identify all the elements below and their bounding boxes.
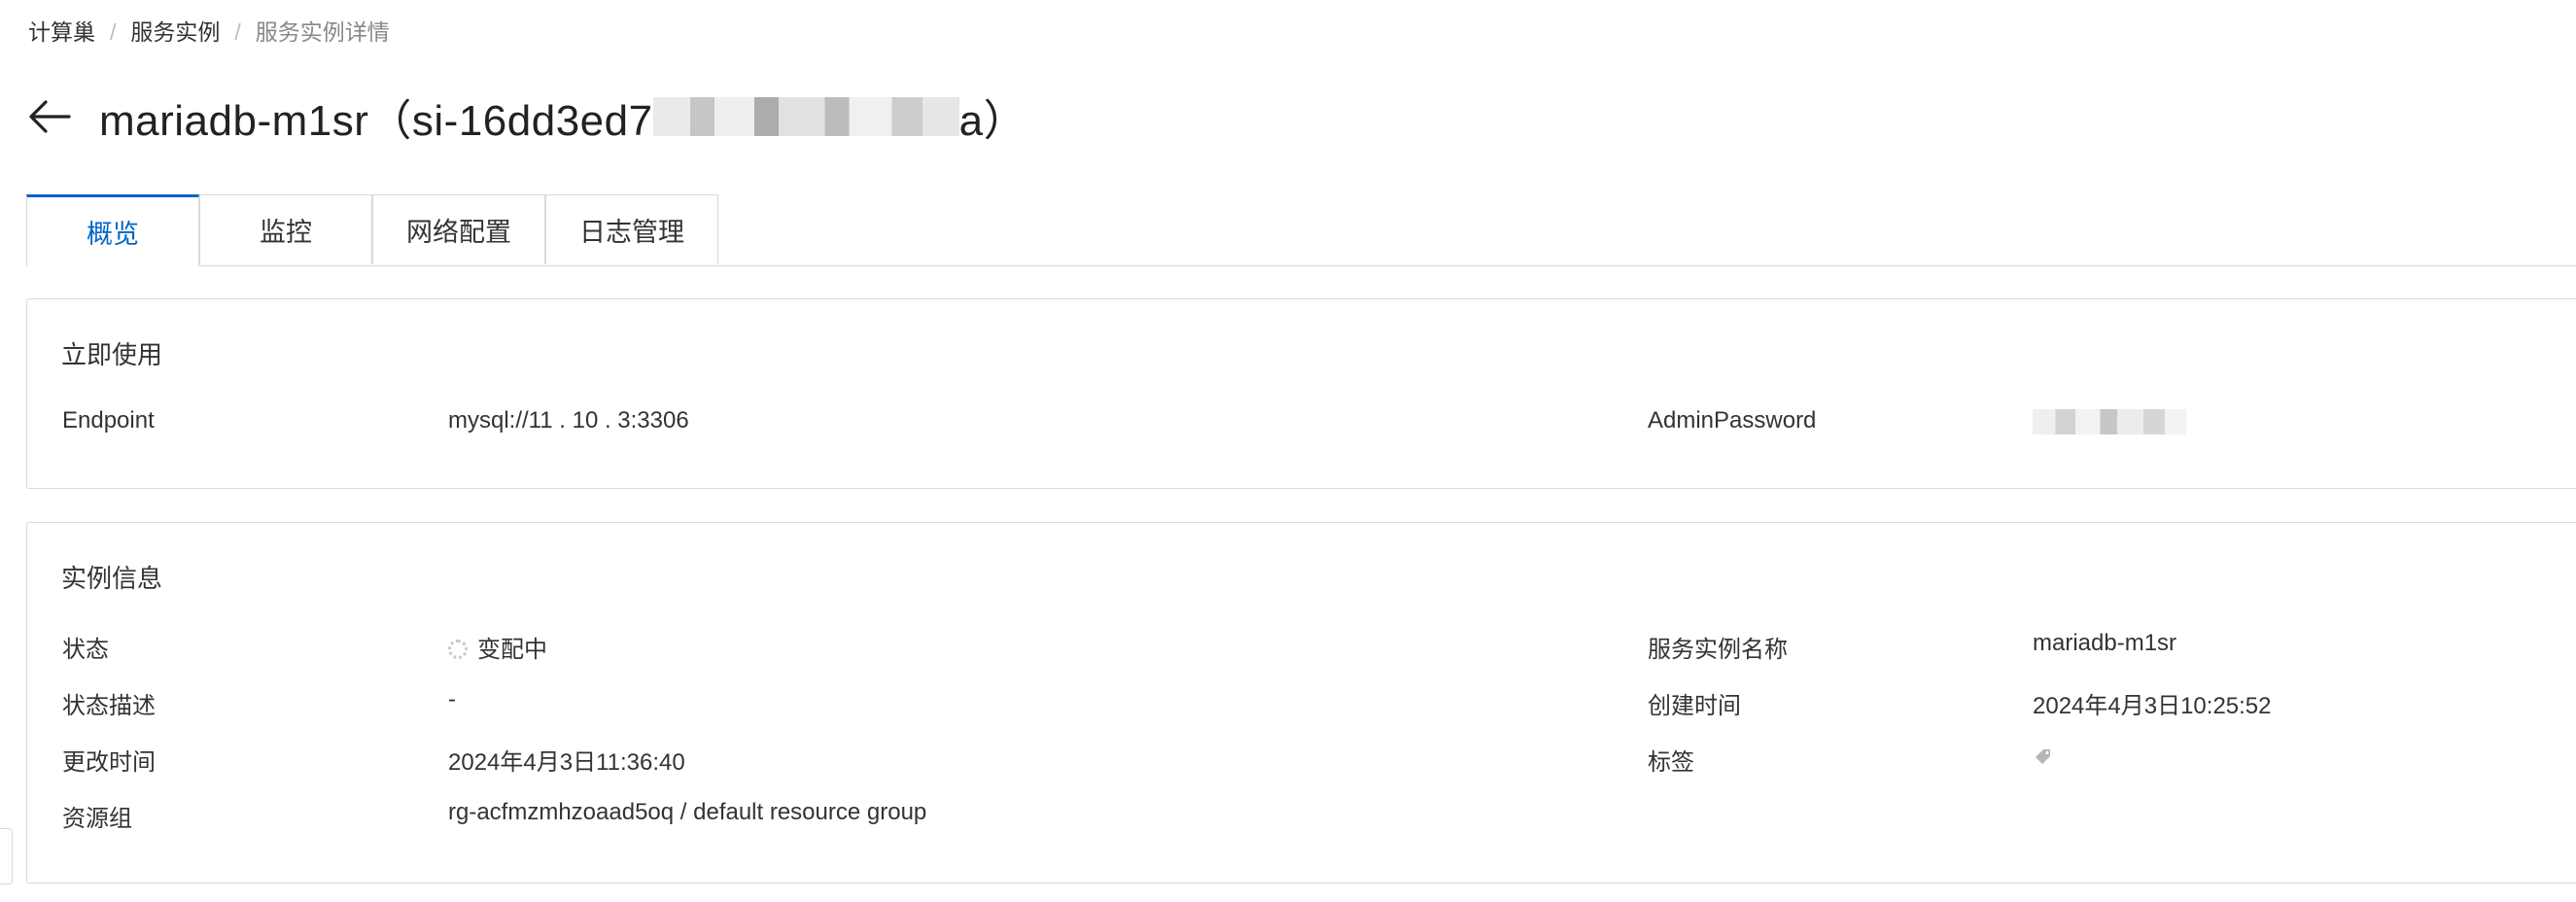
arrow-left-icon xyxy=(29,100,71,133)
tab-log-management[interactable]: 日志管理 xyxy=(545,194,718,264)
tab-monitoring[interactable]: 监控 xyxy=(199,194,372,264)
tab-overview[interactable]: 概览 xyxy=(26,194,199,266)
status-value: 变配中 xyxy=(448,630,547,664)
tab-bar: 概览 监控 网络配置 日志管理 xyxy=(26,194,2576,266)
admin-password-value xyxy=(2033,407,2186,434)
created-time-value: 2024年4月3日10:25:52 xyxy=(2033,693,2272,719)
instance-info-card: 实例信息 状态 变配中 状态描述 - 更改时间 2024年4月3日11:36:4… xyxy=(26,522,2576,884)
modified-time-label: 更改时间 xyxy=(62,749,156,776)
loading-spinner-icon xyxy=(448,640,468,660)
tab-label: 概览 xyxy=(87,220,139,249)
page-title: mariadb-m1sr（si-16dd3ed7 a） xyxy=(99,86,1027,148)
masked-instance-id xyxy=(652,97,959,136)
instance-name-label: 服务实例名称 xyxy=(1648,637,1788,663)
tags-label: 标签 xyxy=(1648,749,1694,776)
status-text: 变配中 xyxy=(477,637,547,663)
tab-label: 监控 xyxy=(260,218,312,247)
breadcrumb-service-instances[interactable]: 服务实例 xyxy=(130,17,220,47)
breadcrumb-separator: / xyxy=(110,19,117,45)
breadcrumb-current: 服务实例详情 xyxy=(255,19,390,45)
breadcrumb-separator: / xyxy=(234,19,241,45)
sidebar-collapse-handle[interactable] xyxy=(0,828,13,885)
status-label: 状态 xyxy=(62,637,109,663)
tab-network-config[interactable]: 网络配置 xyxy=(372,194,545,264)
tags-value xyxy=(2033,743,2054,770)
page-title-suffix: a） xyxy=(958,97,1027,145)
breadcrumb: 计算巢 / 服务实例 / 服务实例详情 xyxy=(28,17,390,47)
back-button[interactable] xyxy=(26,93,73,140)
endpoint-value: mysql://11 . 10 . 3:3306 xyxy=(448,407,689,434)
instance-name-value: mariadb-m1sr xyxy=(2033,630,2177,656)
status-desc-label: 状态描述 xyxy=(62,693,156,719)
endpoint-text: mysql://11 . 10 . 3:3306 xyxy=(448,407,689,434)
status-desc-value: - xyxy=(448,686,456,712)
resource-group-value: rg-acfmzmhzoaad5oq / default resource gr… xyxy=(448,799,927,825)
page-header: mariadb-m1sr（si-16dd3ed7 a） xyxy=(26,86,1027,148)
instance-info-title: 实例信息 xyxy=(61,564,163,593)
quick-use-title: 立即使用 xyxy=(61,340,163,369)
modified-time-value: 2024年4月3日11:36:40 xyxy=(448,749,685,776)
page-title-prefix: mariadb-m1sr（si-16dd3ed7 xyxy=(99,97,653,145)
created-time-label: 创建时间 xyxy=(1648,693,1741,719)
endpoint-label: Endpoint xyxy=(62,407,155,434)
tab-label: 日志管理 xyxy=(579,218,684,247)
breadcrumb-compute-nest[interactable]: 计算巢 xyxy=(28,17,95,47)
tab-label: 网络配置 xyxy=(406,218,511,247)
edit-tag-icon[interactable] xyxy=(2033,746,2054,768)
quick-use-card: 立即使用 Endpoint mysql://11 . 10 . 3:3306 A… xyxy=(26,298,2576,489)
service-instance-detail-page: 计算巢 / 服务实例 / 服务实例详情 mariadb-m1sr（si-16dd… xyxy=(0,0,2576,902)
resource-group-label: 资源组 xyxy=(62,806,132,832)
admin-password-label: AdminPassword xyxy=(1648,407,1817,434)
masked-password xyxy=(2033,408,2186,434)
